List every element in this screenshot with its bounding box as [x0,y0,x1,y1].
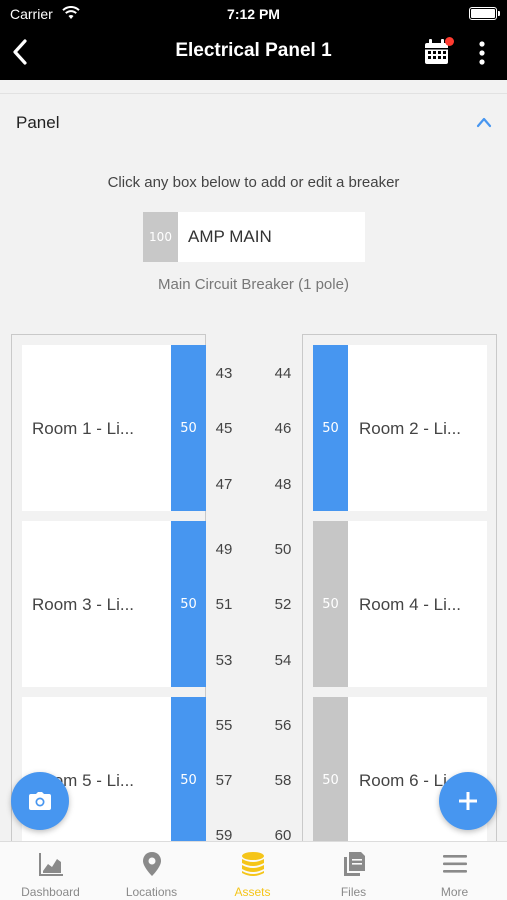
tab-label: Locations [125,885,178,899]
breaker-room-label: Room 3 - Li... [32,595,135,614]
instruction-text: Click any box below to add or edit a bre… [107,174,400,191]
slot-number: 57 [215,772,233,789]
main-breaker[interactable]: 100 AMP MAIN [143,212,365,262]
tab-locations[interactable]: Locations [101,842,202,900]
breaker-amp-bar: 50 [171,345,206,511]
tab-dashboard[interactable]: Dashboard [0,842,101,900]
tab-label: Dashboard [21,885,80,899]
coins-stack-icon [242,852,264,876]
chart-icon [39,853,63,876]
tab-files[interactable]: Files [303,842,404,900]
breaker-slot[interactable]: Room 3 - Li... 50 [22,521,206,687]
tab-bar: Dashboard Locations Assets Files More [0,841,507,900]
top-bar: Carrier 7:12 PM Electrical Panel 1 [0,0,507,80]
breaker-amp-bar: 50 [171,697,206,863]
location-pin-icon [143,852,161,876]
files-icon [344,852,365,876]
slot-number: 48 [274,476,292,493]
breaker-amp-bar: 50 [171,521,206,687]
slot-number: 55 [215,717,233,734]
slot-number: 58 [274,772,292,789]
plus-icon [459,792,477,810]
menu-icon [443,855,467,873]
breaker-slot[interactable]: 50 Room 4 - Li... [313,521,487,687]
slot-number: 50 [274,541,292,558]
notification-badge [445,37,454,46]
main-breaker-label: AMP MAIN [188,227,272,246]
camera-button[interactable] [11,772,69,830]
tab-more[interactable]: More [404,842,505,900]
breaker-amp-bar: 50 [313,697,348,863]
slot-number: 46 [274,420,292,437]
slot-number: 52 [274,596,292,613]
add-button[interactable] [439,772,497,830]
section-header-panel[interactable]: Panel [16,113,59,133]
slot-number: 47 [215,476,233,493]
slot-number: 54 [274,652,292,669]
tab-assets[interactable]: Assets [202,842,303,900]
slot-number: 53 [215,652,233,669]
tab-label: More [440,885,469,899]
breaker-room-label: Room 4 - Li... [359,595,462,614]
slot-number: 51 [215,596,233,613]
clock: 7:12 PM [227,6,280,22]
breaker-slot[interactable]: Room 1 - Li... 50 [22,345,206,511]
divider [0,93,507,94]
slot-number: 45 [215,420,233,437]
tab-label: Assets [234,885,271,899]
more-options-icon[interactable] [474,40,490,66]
slot-number: 43 [215,365,233,382]
slot-number: 56 [274,717,292,734]
slot-number: 49 [215,541,233,558]
breaker-amp-bar: 50 [313,521,348,687]
breaker-room-label: Room 2 - Li... [359,419,462,438]
camera-icon [29,792,51,810]
slot-number: 44 [274,365,292,382]
breaker-room-label: Room 1 - Li... [32,419,135,438]
chevron-up-icon[interactable] [476,116,492,128]
main-amp-value: 100 [143,212,178,262]
status-bar: Carrier 7:12 PM [0,0,507,28]
main-breaker-subtitle: Main Circuit Breaker (1 pole) [158,276,349,293]
breaker-slot[interactable]: 50 Room 2 - Li... [313,345,487,511]
battery-icon [469,7,500,20]
tab-label: Files [340,885,367,899]
breaker-amp-bar: 50 [313,345,348,511]
